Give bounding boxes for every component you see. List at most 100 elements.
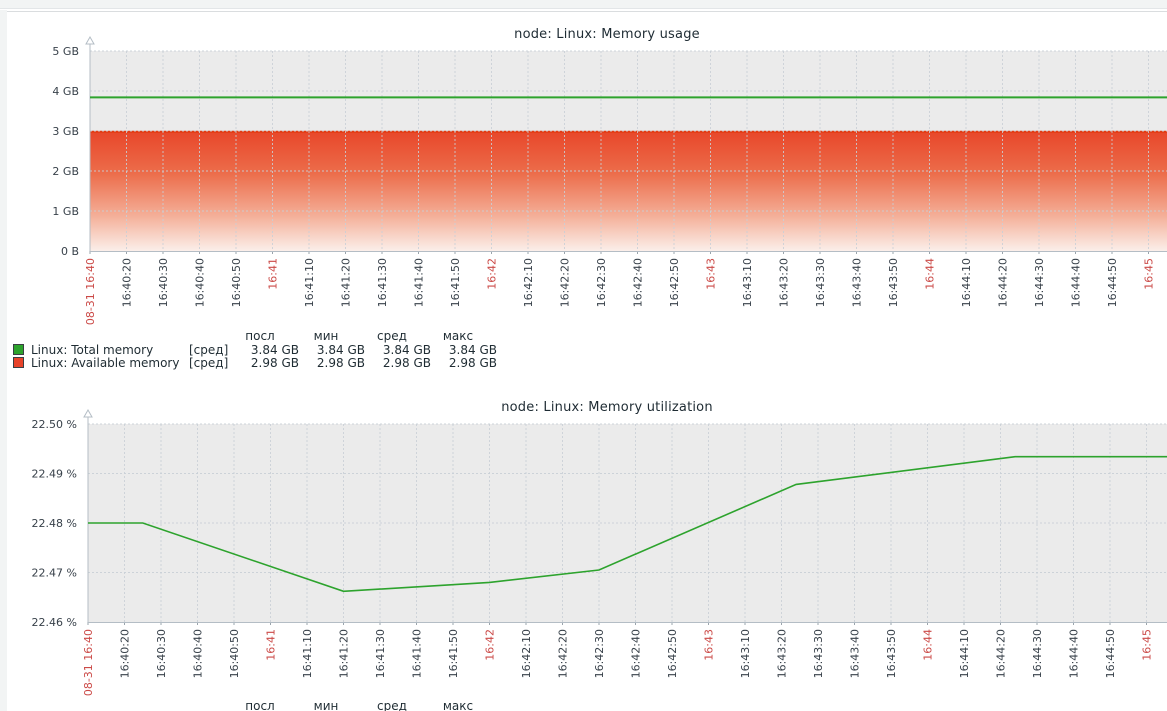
x-axis-label: 16:42:40 [632, 258, 645, 307]
x-axis-label: 16:44 [924, 258, 937, 290]
x-axis-label: 08-31 16:40 [84, 258, 97, 325]
y-axis-label: 0 B [61, 245, 79, 258]
memory-utilization-chart-title: node: Linux: Memory utilization [0, 400, 1167, 415]
x-axis-label: 16:40:20 [121, 258, 134, 307]
x-axis-label: 16:43:10 [739, 629, 752, 678]
x-axis-label: 16:40:50 [228, 629, 241, 678]
x-axis-label: 16:42:30 [595, 258, 608, 307]
x-axis-label: 16:41:10 [303, 258, 316, 307]
x-axis-label: 16:43:20 [776, 629, 789, 678]
x-axis-label: 16:44:10 [960, 258, 973, 307]
x-axis-label: 16:42:50 [666, 629, 679, 678]
x-axis-label: 16:41 [267, 258, 280, 290]
y-axis-label: 2 GB [52, 165, 79, 178]
y-axis-label: 1 GB [52, 205, 79, 218]
available-memory-swatch [13, 357, 24, 368]
series-name: Linux: Available memory [31, 357, 189, 371]
x-axis-label: 16:42:40 [630, 629, 643, 678]
legend-row-available-memory: Linux: Available memory [сред] 2.98 GB 2… [13, 357, 497, 371]
y-axis-label: 22.46 % [32, 616, 77, 629]
x-axis-label: 16:43 [705, 258, 718, 290]
x-axis-label: 16:40:40 [194, 258, 207, 307]
x-axis-label: 16:42:20 [557, 629, 570, 678]
legend-header-row: посл мин сред макс [13, 330, 497, 344]
x-axis-label: 16:44:30 [1031, 629, 1044, 678]
x-axis-label: 16:40:20 [119, 629, 132, 678]
x-axis-label: 16:43:50 [885, 629, 898, 678]
legend-header-last: посл [233, 330, 299, 344]
total-memory-swatch [13, 344, 24, 355]
y-axis-label: 22.50 % [32, 418, 77, 431]
x-axis-label: 16:43:20 [778, 258, 791, 307]
memory-usage-plot-area[interactable] [90, 51, 1167, 251]
x-axis-label: 16:44:20 [995, 629, 1008, 678]
y-axis-label: 22.49 % [32, 468, 77, 481]
x-axis-label: 16:41:40 [413, 258, 426, 307]
x-axis-label: 16:44:40 [1068, 629, 1081, 678]
memory-utilization-legend: посл мин сред макс [13, 700, 497, 711]
x-axis-label: 08-31 16:40 [82, 629, 95, 696]
x-axis-label: 16:41:20 [338, 629, 351, 678]
stat-avg: 3.84 GB [365, 344, 431, 358]
stat-max: 2.98 GB [431, 357, 497, 371]
x-axis-label: 16:41:30 [376, 258, 389, 307]
x-axis-label: 16:42:10 [520, 629, 533, 678]
x-axis-label: 16:40:50 [230, 258, 243, 307]
x-axis-label: 16:42:30 [593, 629, 606, 678]
x-axis-label: 16:43:50 [887, 258, 900, 307]
x-axis-label: 16:40:40 [192, 629, 205, 678]
stat-min: 2.98 GB [299, 357, 365, 371]
x-axis-label: 16:42 [486, 258, 499, 290]
x-axis-label: 16:44:50 [1106, 258, 1119, 307]
x-axis-label: 16:42 [484, 629, 497, 661]
series-func: [сред] [189, 344, 233, 358]
legend-header-min: мин [299, 700, 365, 711]
x-axis-label: 16:41:50 [449, 258, 462, 307]
stat-last: 3.84 GB [233, 344, 299, 358]
x-axis-label: 16:42:10 [522, 258, 535, 307]
series-name: Linux: Total memory [31, 344, 189, 358]
x-axis-label: 16:44:20 [997, 258, 1010, 307]
memory-usage-legend: посл мин сред макс Linux: Total memory [… [13, 330, 497, 371]
x-axis-label: 16:41 [265, 629, 278, 661]
x-axis-label: 16:41:40 [411, 629, 424, 678]
memory-utilization-plot-area[interactable] [88, 424, 1167, 622]
stat-min: 3.84 GB [299, 344, 365, 358]
x-axis-label: 16:44:50 [1104, 629, 1117, 678]
y-axis-label: 22.48 % [32, 517, 77, 530]
x-axis-label: 16:44 [922, 629, 935, 661]
legend-header-last: посл [233, 700, 299, 711]
x-axis-label: 16:40:30 [155, 629, 168, 678]
x-axis-label: 16:42:50 [668, 258, 681, 307]
legend-header-min: мин [299, 330, 365, 344]
x-axis-label: 16:41:20 [340, 258, 353, 307]
memory-usage-graph: 08-31 16:4016:40:2016:40:3016:40:4016:40… [52, 37, 1167, 325]
stat-last: 2.98 GB [233, 357, 299, 371]
y-axis-label: 3 GB [52, 125, 79, 138]
legend-row-total-memory: Linux: Total memory [сред] 3.84 GB 3.84 … [13, 344, 497, 358]
x-axis-label: 16:41:50 [447, 629, 460, 678]
stat-max: 3.84 GB [431, 344, 497, 358]
x-axis-label: 16:43:40 [849, 629, 862, 678]
x-axis-label: 16:43:40 [851, 258, 864, 307]
x-axis-label: 16:43:30 [812, 629, 825, 678]
x-axis-label: 16:41:10 [301, 629, 314, 678]
x-axis-label: 16:43:10 [741, 258, 754, 307]
x-axis-label: 16:45 [1141, 629, 1154, 661]
x-axis-label: 16:43:30 [814, 258, 827, 307]
stat-avg: 2.98 GB [365, 357, 431, 371]
legend-header-max: макс [431, 330, 497, 344]
memory-utilization-graph: 08-31 16:40 16:40:20 16:40:30 16:40:40 16:40… [32, 410, 1167, 696]
x-axis-label: 16:42:20 [559, 258, 572, 307]
legend-header-row: посл мин сред макс [13, 700, 497, 711]
x-axis-label: 16:45 [1143, 258, 1156, 290]
x-axis-label: 16:41:30 [374, 629, 387, 678]
x-axis-label: 16:44:10 [958, 629, 971, 678]
legend-header-avg: сред [365, 330, 431, 344]
y-axis-label: 5 GB [52, 45, 79, 58]
y-axis-label: 4 GB [52, 85, 79, 98]
y-axis-label: 22.47 % [32, 567, 77, 580]
x-axis-label: 16:44:30 [1033, 258, 1046, 307]
x-axis-label: 16:44:40 [1070, 258, 1083, 307]
legend-header-max: макс [431, 700, 497, 711]
